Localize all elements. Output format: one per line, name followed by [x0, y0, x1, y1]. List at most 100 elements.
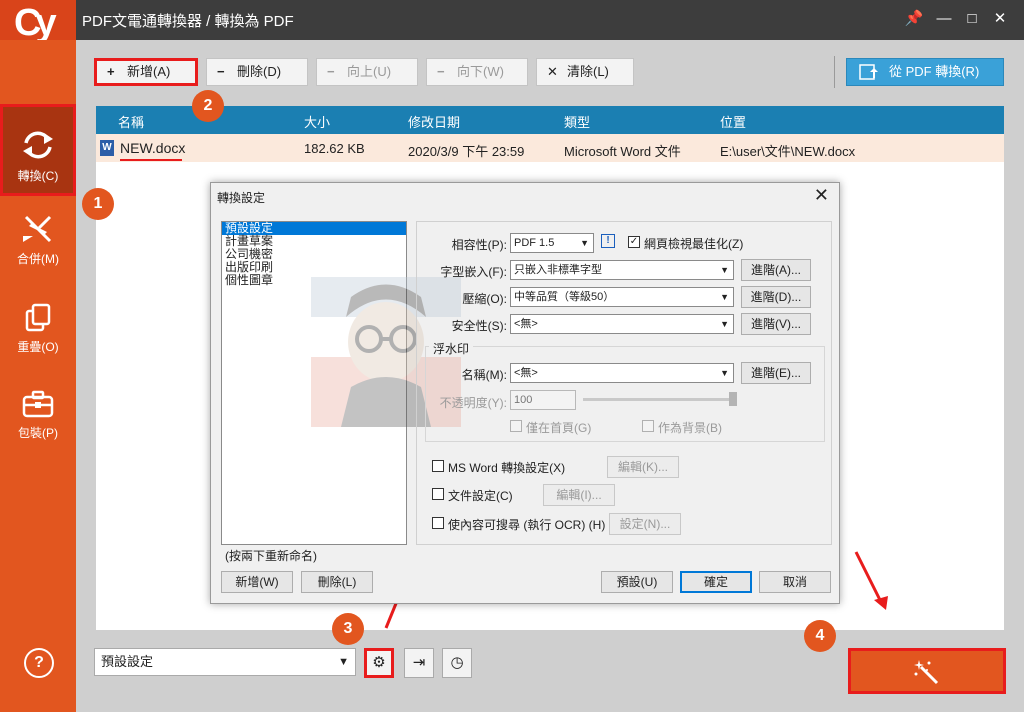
column-header-date[interactable]: 修改日期 — [408, 112, 460, 131]
msword-settings-label: MS Word 轉換設定(X) — [448, 461, 566, 475]
sidebar-item-package[interactable]: 包裝(P) — [0, 390, 76, 478]
font-embed-select[interactable]: 只嵌入非標準字型 ▼ — [510, 260, 734, 280]
as-background-checkbox[interactable] — [642, 420, 654, 432]
dialog-title: 轉換設定 — [217, 191, 266, 205]
sidebar-item-overlay[interactable]: 重疊(O) — [0, 302, 76, 390]
close-button[interactable]: ✕ — [988, 8, 1012, 30]
font-embed-label: 字型嵌入(F): — [440, 265, 507, 279]
column-header-size[interactable]: 大小 — [304, 112, 330, 131]
table-header: 名稱 大小 修改日期 類型 位置 — [96, 106, 1004, 134]
move-up-button[interactable]: − 向上(U) — [316, 58, 418, 86]
profile-select[interactable]: 預設設定 ▼ — [94, 648, 356, 676]
profile-delete-button[interactable]: 刪除(L) — [301, 571, 373, 593]
settings-panel: 相容性(P): PDF 1.5 ▼ ! ✓ 網頁檢視最佳化(Z) 字型嵌入(F)… — [416, 221, 832, 545]
file-name: NEW.docx — [120, 140, 186, 156]
opacity-label: 不透明度(Y): — [439, 396, 507, 410]
first-page-only-label: 僅在首頁(G) — [526, 421, 592, 435]
compression-value: 中等品質（等級50） — [514, 291, 615, 303]
magic-wand-icon — [914, 660, 939, 685]
as-background-label: 作為背景(B) — [658, 421, 722, 435]
edit-i-button[interactable]: 編輯(I)... — [543, 484, 615, 506]
step-badge-1: 1 — [82, 188, 114, 220]
msword-settings-checkbox[interactable] — [432, 460, 444, 472]
first-page-only-checkbox[interactable] — [510, 420, 522, 432]
move-down-button[interactable]: − 向下(W) — [426, 58, 528, 86]
convert-from-pdf-button[interactable]: 從 PDF 轉換(R) — [846, 58, 1004, 86]
cancel-button[interactable]: 取消 — [759, 571, 831, 593]
opacity-slider-track[interactable] — [583, 398, 733, 401]
sidebar-item-label: 轉換(C) — [17, 169, 59, 183]
sidebar-item-label: 包裝(P) — [18, 426, 58, 440]
setup-n-button[interactable]: 設定(N)... — [609, 513, 681, 535]
clear-button[interactable]: ✕ 清除(L) — [536, 58, 634, 86]
convert-icon — [23, 131, 53, 159]
clear-button-label: 清除(L) — [567, 64, 609, 79]
ok-button[interactable]: 確定 — [680, 571, 752, 593]
watermark-name-label: 名稱(M): — [461, 368, 507, 382]
profile-new-button[interactable]: 新增(W) — [221, 571, 293, 593]
history-button[interactable]: ◷ — [442, 648, 472, 678]
minimize-button[interactable]: — — [932, 8, 956, 30]
plus-icon: + — [107, 64, 115, 79]
move-up-label: 向上(U) — [347, 64, 392, 79]
info-icon[interactable]: ! — [601, 234, 615, 248]
advanced-a-button[interactable]: 進階(A)... — [741, 259, 811, 281]
advanced-d-button[interactable]: 進階(D)... — [741, 286, 811, 308]
document-settings-checkbox[interactable] — [432, 488, 444, 500]
gear-icon: ⚙ — [372, 654, 386, 671]
export-settings-button[interactable]: ⇥ — [404, 648, 434, 678]
advanced-v-button[interactable]: 進階(V)... — [741, 313, 811, 335]
edit-k-button[interactable]: 編輯(K)... — [607, 456, 679, 478]
file-location: E:\user\文件\NEW.docx — [720, 144, 856, 159]
watermark-name-value: <無> — [514, 367, 538, 379]
conversion-settings-dialog: 轉換設定 ✕ 預設設定 計畫草案 公司機密 出版印刷 個性圖章 (按兩下重新命名… — [210, 182, 840, 604]
add-button[interactable]: + 新增(A) — [94, 58, 198, 86]
x-icon: ✕ — [547, 64, 558, 79]
app-logo: Cy — [0, 0, 76, 40]
document-settings-label: 文件設定(C) — [448, 489, 513, 503]
convert-from-pdf-label: 從 PDF 轉換(R) — [889, 64, 980, 79]
ocr-checkbox[interactable] — [432, 517, 444, 529]
compression-select[interactable]: 中等品質（等級50） ▼ — [510, 287, 734, 307]
word-doc-icon: W — [100, 140, 114, 156]
pin-icon[interactable]: 📌 — [902, 8, 926, 30]
sidebar-item-convert[interactable]: 轉換(C) — [0, 104, 76, 196]
maximize-button[interactable]: □ — [960, 8, 984, 30]
opacity-value: 100 — [514, 394, 533, 406]
compression-label: 壓縮(O): — [462, 292, 507, 306]
compat-select[interactable]: PDF 1.5 ▼ — [510, 233, 594, 253]
watermark-title: 浮水印 — [429, 340, 474, 357]
sidebar-item-merge[interactable]: 合併(M) — [0, 214, 76, 302]
advanced-e-button[interactable]: 進階(E)... — [741, 362, 811, 384]
step-badge-2: 2 — [192, 90, 224, 122]
default-button[interactable]: 預設(U) — [601, 571, 673, 593]
clock-icon: ◷ — [450, 654, 464, 671]
step-badge-3: 3 — [332, 613, 364, 645]
help-button[interactable]: ? — [24, 648, 54, 678]
highlight-underline — [120, 159, 182, 161]
start-convert-button[interactable] — [848, 648, 1006, 694]
font-embed-value: 只嵌入非標準字型 — [514, 264, 602, 276]
add-button-label: 新增(A) — [127, 64, 171, 79]
web-optimize-checkbox[interactable]: ✓ — [628, 236, 640, 248]
settings-button[interactable]: ⚙ — [364, 648, 394, 678]
table-row[interactable]: W NEW.docx 182.62 KB 2020/3/9 下午 23:59 M… — [96, 134, 1004, 162]
delete-button[interactable]: − 刪除(D) — [206, 58, 308, 86]
column-header-location[interactable]: 位置 — [720, 112, 746, 131]
security-value: <無> — [514, 318, 538, 330]
sidebar: Cy 轉換(C) 合併(M) 重疊(O) 包裝(P) ? — [0, 0, 76, 712]
delete-button-label: 刪除(D) — [237, 64, 282, 79]
opacity-spinner[interactable]: 100 — [510, 390, 576, 410]
file-type: Microsoft Word 文件 — [564, 144, 681, 159]
chevron-down-icon: ▼ — [720, 292, 729, 302]
dialog-close-button[interactable]: ✕ — [814, 185, 829, 206]
security-select[interactable]: <無> ▼ — [510, 314, 734, 334]
watermark-name-select[interactable]: <無> ▼ — [510, 363, 734, 383]
compat-label: 相容性(P): — [451, 238, 507, 252]
window-title: PDF文電通轉換器 / 轉換為 PDF — [82, 13, 294, 30]
column-header-name[interactable]: 名稱 — [118, 112, 144, 131]
column-header-type[interactable]: 類型 — [564, 112, 590, 131]
opacity-slider-handle[interactable] — [729, 392, 737, 406]
chevron-down-icon: ▼ — [338, 656, 349, 668]
sidebar-item-label: 合併(M) — [17, 252, 59, 266]
